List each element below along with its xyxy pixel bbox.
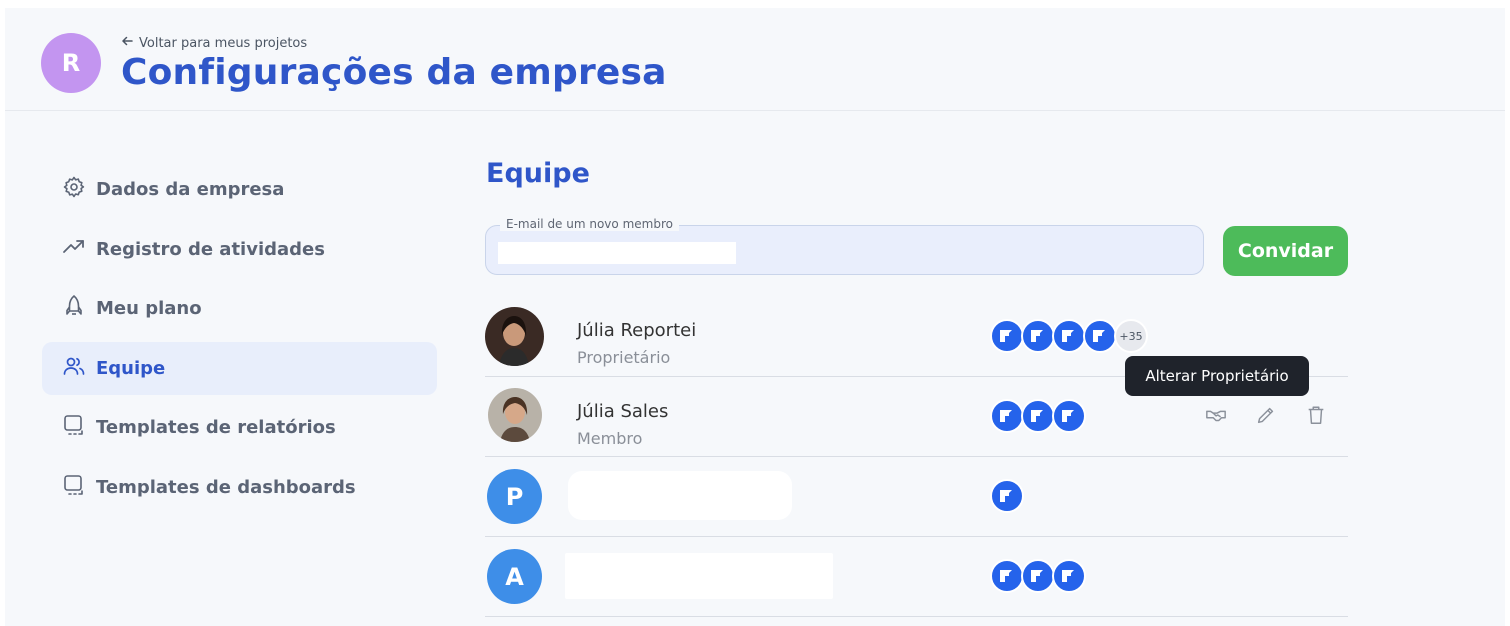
member-projects (990, 399, 1086, 433)
sidebar-item-report-templates[interactable]: Templates de relatórios (42, 401, 437, 454)
handshake-icon (1205, 404, 1227, 430)
project-icon (1052, 399, 1086, 433)
invite-email-field: E-mail de um novo membro (485, 217, 1204, 275)
invite-email-label: E-mail de um novo membro (500, 217, 679, 231)
invite-button[interactable]: Convidar (1223, 226, 1348, 276)
project-icon (1021, 319, 1055, 353)
project-icon (990, 399, 1024, 433)
project-icon (1021, 399, 1055, 433)
back-link-label: Voltar para meus projetos (139, 35, 308, 51)
page-header: R Voltar para meus projetos Configuraçõe… (5, 8, 1505, 111)
project-icon (1052, 559, 1086, 593)
gear-icon (62, 175, 86, 204)
sidebar-item-label: Equipe (96, 357, 166, 379)
member-row: P (485, 457, 1348, 537)
project-icon (1083, 319, 1117, 353)
template-icon (62, 473, 86, 502)
project-icon (1021, 559, 1055, 593)
sidebar-item-team[interactable]: Equipe (42, 341, 437, 395)
arrow-left-icon (121, 35, 133, 51)
sidebar-item-label: Templates de dashboards (96, 476, 356, 498)
sidebar-item-label: Registro de atividades (96, 238, 325, 260)
back-to-projects-link[interactable]: Voltar para meus projetos (121, 35, 307, 51)
company-avatar: R (41, 33, 101, 93)
rocket-icon (62, 294, 86, 323)
edit-member-button[interactable] (1252, 403, 1280, 431)
sidebar-item-label: Meu plano (96, 298, 202, 319)
sidebar-item-label: Templates de relatórios (96, 417, 336, 438)
member-role: Membro (577, 429, 643, 448)
project-icon (990, 319, 1024, 353)
member-actions (1202, 403, 1330, 431)
pencil-icon (1255, 404, 1277, 430)
project-icon (990, 479, 1024, 513)
project-icon (1052, 319, 1086, 353)
sidebar-item-company-data[interactable]: Dados da empresa (42, 163, 437, 216)
page-canvas: R Voltar para meus projetos Configuraçõe… (5, 8, 1505, 626)
member-role: Proprietário (577, 348, 671, 367)
page-title: Configurações da empresa (121, 52, 667, 93)
sidebar-item-label: Dados da empresa (96, 179, 285, 200)
team-section-title: Equipe (486, 158, 590, 189)
member-projects: +35 (990, 319, 1148, 353)
sidebar-item-my-plan[interactable]: Meu plano (42, 282, 437, 335)
member-avatar: A (487, 549, 542, 604)
trash-icon (1305, 404, 1327, 430)
users-icon (62, 354, 86, 383)
member-avatar: P (487, 469, 542, 524)
member-name (565, 553, 833, 599)
delete-member-button[interactable] (1302, 403, 1330, 431)
change-owner-tooltip: Alterar Proprietário (1125, 356, 1309, 396)
sidebar-item-dashboard-templates[interactable]: Templates de dashboards (42, 461, 437, 514)
settings-sidebar: Dados da empresa Registro de atividades … (42, 163, 437, 520)
project-icon (990, 559, 1024, 593)
member-avatar (485, 307, 544, 366)
trend-icon (62, 235, 86, 264)
sidebar-item-activity-log[interactable]: Registro de atividades (42, 223, 437, 276)
invite-email-input[interactable] (498, 242, 736, 264)
member-avatar (488, 388, 542, 442)
more-projects-badge[interactable]: +35 (1114, 319, 1148, 353)
template-icon (62, 413, 86, 442)
member-row: A (485, 537, 1348, 617)
member-projects (990, 559, 1086, 593)
member-projects (990, 479, 1024, 513)
member-name: Júlia Sales (577, 401, 669, 422)
member-name (568, 471, 792, 520)
change-owner-button[interactable] (1202, 403, 1230, 431)
member-name: Júlia Reportei (577, 320, 697, 341)
